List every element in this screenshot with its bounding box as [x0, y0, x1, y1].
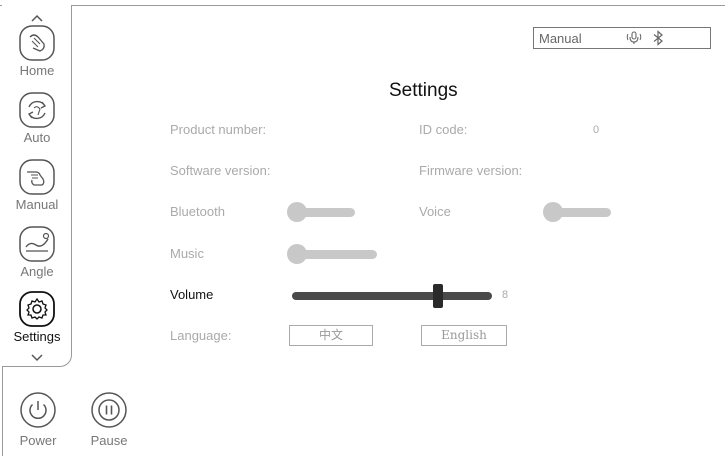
volume-track: [292, 292, 492, 300]
sidebar-item-label: Manual: [15, 197, 59, 212]
chevron-down-icon[interactable]: [2, 349, 72, 367]
hand-point-icon: [19, 159, 55, 195]
hand-swipe-icon: [19, 25, 55, 61]
volume-value: 8: [502, 289, 509, 301]
sidebar-item-auto[interactable]: Auto: [2, 91, 72, 145]
bluetooth-label: Bluetooth: [170, 204, 225, 219]
pause-label: Pause: [90, 433, 128, 448]
power-label: Power: [19, 433, 57, 448]
sidebar-item-settings[interactable]: Settings: [2, 290, 72, 344]
pause-button[interactable]: Pause: [77, 391, 141, 448]
sidebar: Home Auto Manual Angle Settings: [2, 5, 72, 367]
sidebar-item-label: Angle: [20, 264, 54, 279]
voice-label: Voice: [419, 204, 451, 219]
software-version-label: Software version:: [170, 163, 271, 178]
toggle-knob: [543, 202, 563, 222]
firmware-version-label: Firmware version:: [419, 163, 523, 178]
product-number-label: Product number:: [170, 122, 267, 137]
gear-icon: [19, 291, 55, 327]
sidebar-item-home[interactable]: Home: [2, 24, 72, 78]
language-option-english[interactable]: English: [421, 325, 507, 346]
bluetooth-icon: [653, 30, 663, 46]
frame-top-line: [0, 5, 725, 6]
recline-angle-icon: [19, 226, 55, 262]
id-code-label: ID code:: [419, 122, 468, 137]
power-icon: [20, 392, 56, 428]
sidebar-item-manual[interactable]: Manual: [2, 158, 72, 212]
sidebar-item-label: Settings: [13, 329, 61, 344]
sidebar-item-label: Auto: [23, 130, 51, 145]
toggle-knob: [287, 244, 307, 264]
language-option-chinese[interactable]: 中文: [289, 325, 373, 346]
sidebar-item-angle[interactable]: Angle: [2, 225, 72, 279]
status-box: Manual: [533, 27, 711, 49]
bluetooth-toggle[interactable]: [287, 202, 357, 222]
pause-icon: [91, 392, 127, 428]
volume-thumb[interactable]: [433, 284, 443, 308]
refresh-cycle-icon: [19, 92, 55, 128]
id-code-value: 0: [593, 124, 600, 136]
microphone-icon: [626, 31, 642, 44]
page-title: Settings: [389, 80, 458, 101]
sidebar-item-label: Home: [19, 63, 55, 78]
language-label: Language:: [170, 328, 232, 343]
volume-slider[interactable]: [292, 284, 492, 308]
voice-toggle[interactable]: [543, 202, 613, 222]
music-label: Music: [170, 246, 204, 261]
volume-label: Volume: [170, 287, 214, 302]
power-button[interactable]: Power: [6, 391, 70, 448]
status-mode: Manual: [539, 30, 582, 46]
music-toggle[interactable]: [287, 244, 379, 264]
toggle-knob: [287, 202, 307, 222]
